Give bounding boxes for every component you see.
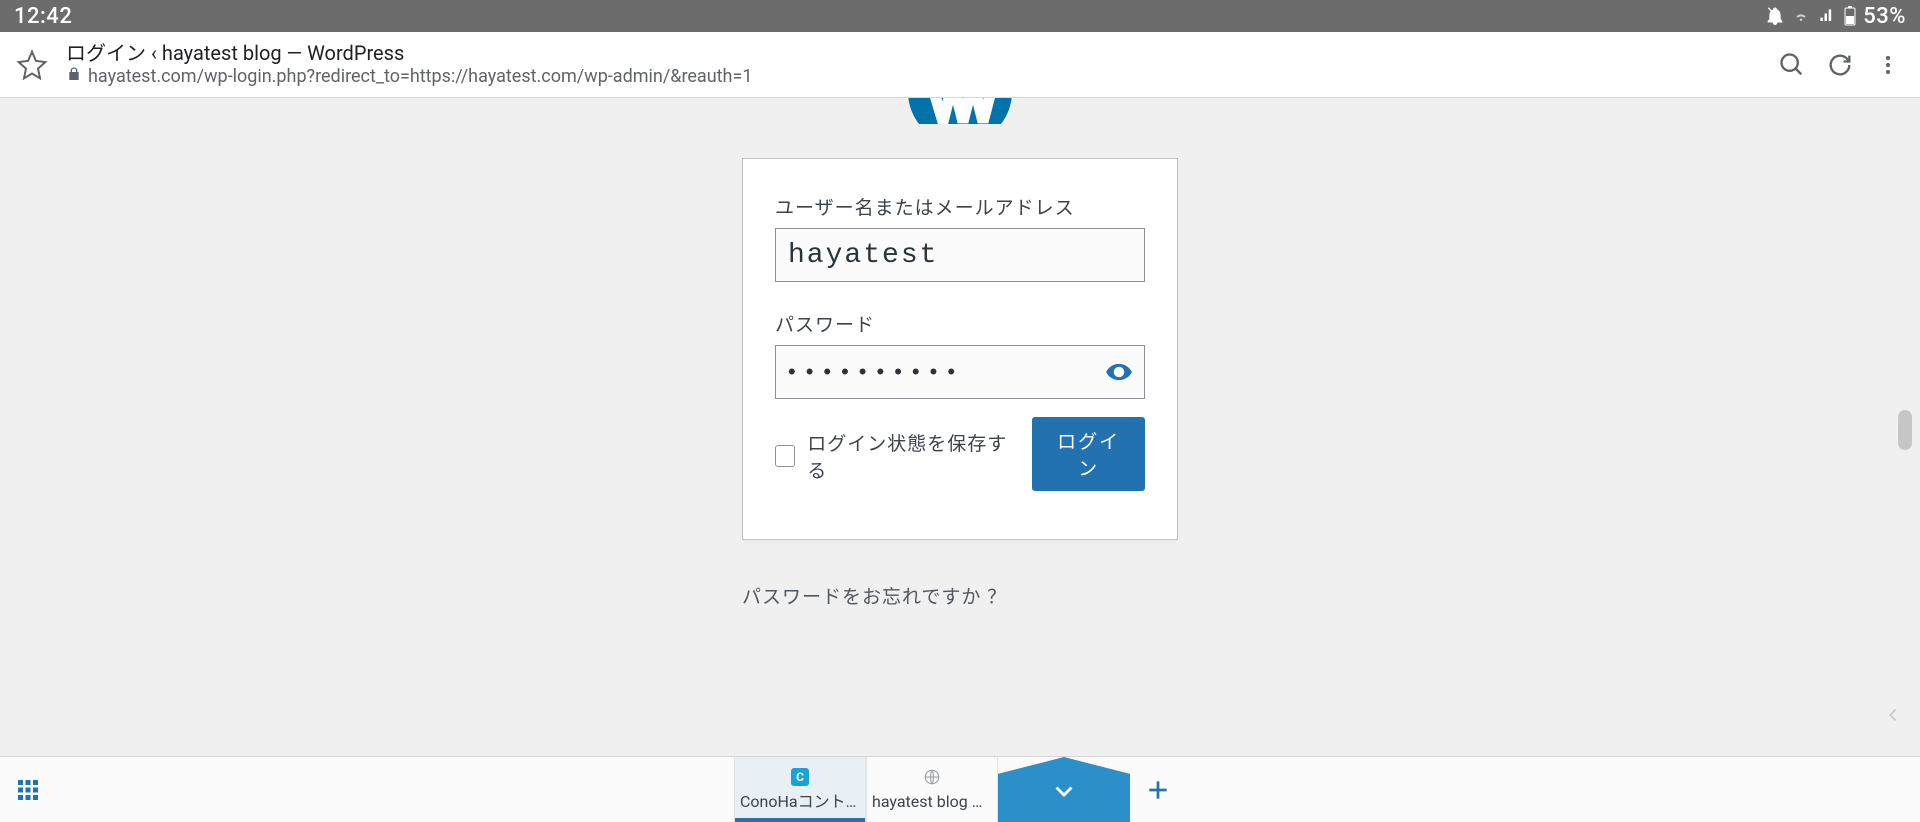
lock-icon xyxy=(66,66,82,89)
scrollbar-thumb[interactable] xyxy=(1898,410,1912,450)
globe-icon xyxy=(923,768,941,790)
password-label: パスワード xyxy=(775,310,1145,337)
forgot-password-link[interactable]: パスワードをお忘れですか ？ xyxy=(742,582,1178,609)
browser-tab-1[interactable]: C ConoHaコントロ xyxy=(734,757,866,822)
battery-icon xyxy=(1843,6,1857,26)
bookmark-star-button[interactable] xyxy=(8,41,56,89)
remember-me-label: ログイン状態を保存する xyxy=(807,429,1008,483)
login-button[interactable]: ログイン xyxy=(1032,417,1145,491)
tab-label: hayatest blog – J xyxy=(872,792,992,811)
browser-tab-current[interactable] xyxy=(998,757,1130,822)
remember-me-checkbox[interactable] xyxy=(775,445,795,467)
notification-off-icon xyxy=(1765,6,1785,26)
status-right: 53% xyxy=(1765,4,1906,29)
bottom-tab-bar: C ConoHaコントロ hayatest blog – J xyxy=(0,756,1920,822)
chevron-down-icon xyxy=(1049,775,1079,805)
page-title: ログイン ‹ hayatest blog — WordPress xyxy=(66,41,1768,66)
status-time: 12:42 xyxy=(14,4,72,29)
wordpress-logo xyxy=(908,98,1012,124)
android-status-bar: 12:42 53% xyxy=(0,0,1920,32)
page-content: ユーザー名またはメールアドレス パスワード ログイン状態を保存する ログイン パ… xyxy=(0,98,1920,756)
reload-button[interactable] xyxy=(1816,41,1864,89)
wifi-icon xyxy=(1791,6,1811,26)
collapse-chevron-icon xyxy=(1882,704,1904,730)
browser-toolbar: ログイン ‹ hayatest blog — WordPress hayates… xyxy=(0,32,1920,98)
tab-label: ConoHaコントロ xyxy=(740,788,860,812)
signal-icon xyxy=(1817,6,1837,26)
username-label: ユーザー名またはメールアドレス xyxy=(775,193,1145,220)
login-form: ユーザー名またはメールアドレス パスワード ログイン状態を保存する ログイン xyxy=(742,158,1178,540)
page-url[interactable]: hayatest.com/wp-login.php?redirect_to=ht… xyxy=(88,66,752,89)
username-input[interactable] xyxy=(775,228,1145,282)
password-input[interactable] xyxy=(775,345,1145,399)
new-tab-button[interactable] xyxy=(1130,757,1186,822)
tabs-grid-button[interactable] xyxy=(0,757,56,822)
show-password-button[interactable] xyxy=(1101,354,1137,390)
browser-tab-2[interactable]: hayatest blog – J xyxy=(866,757,998,822)
tab-favicon-icon: C xyxy=(791,768,809,786)
menu-button[interactable] xyxy=(1864,41,1912,89)
search-button[interactable] xyxy=(1768,41,1816,89)
battery-percentage: 53% xyxy=(1863,4,1906,29)
